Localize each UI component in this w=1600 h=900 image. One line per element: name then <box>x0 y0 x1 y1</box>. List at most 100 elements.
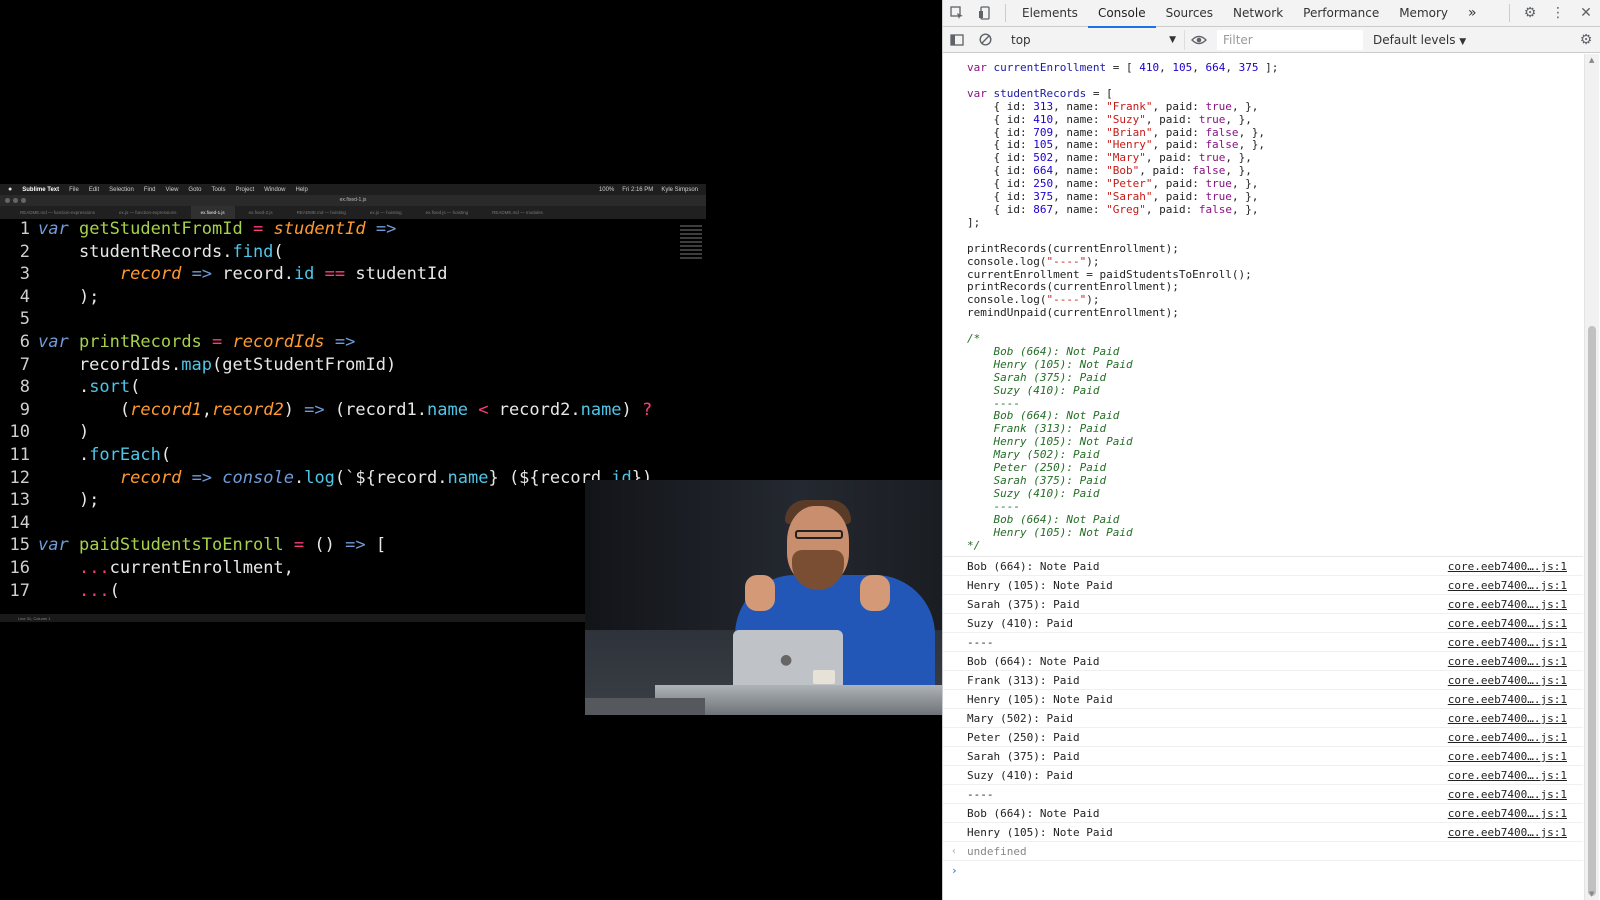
scroll-up-arrow-icon[interactable]: ▲ <box>1589 56 1594 64</box>
inspect-icon[interactable] <box>943 0 971 26</box>
console-settings-icon[interactable]: ⚙ <box>1572 27 1600 53</box>
clear-console-icon[interactable] <box>971 27 999 53</box>
log-source-link[interactable]: core.eeb7400….js:1 <box>1448 693 1567 706</box>
log-source-link[interactable]: core.eeb7400….js:1 <box>1448 769 1567 782</box>
result-chevron-icon: ‹ <box>951 845 958 857</box>
log-source-link[interactable]: core.eeb7400….js:1 <box>1448 807 1567 820</box>
editor-tab: ex.fixed-2.js <box>248 210 273 215</box>
console-result-row: ‹ undefined <box>943 842 1583 862</box>
sidebar-toggle-icon[interactable] <box>943 27 971 53</box>
window-controls <box>5 198 26 203</box>
code-line: 7 recordIds.map(getStudentFromId) <box>19 354 397 375</box>
console-log-row: Bob (664): Note Paid core.eeb7400….js:1 <box>943 804 1583 824</box>
tab-elements[interactable]: Elements <box>1012 0 1088 27</box>
log-source-link[interactable]: core.eeb7400….js:1 <box>1448 636 1567 649</box>
editor-tab: README.md — function-expressions <box>20 210 96 215</box>
log-source-link[interactable]: core.eeb7400….js:1 <box>1448 788 1567 801</box>
log-source-link[interactable]: core.eeb7400….js:1 <box>1448 674 1567 687</box>
code-line: 10 ) <box>9 422 90 443</box>
log-message: Henry (105): Note Paid <box>967 825 1113 839</box>
console-log-row: Sarah (375): Paid core.eeb7400….js:1 <box>943 595 1583 615</box>
devtools-panel: Elements Console Sources Network Perform… <box>942 0 1600 900</box>
log-message: Henry (105): Note Paid <box>967 578 1113 592</box>
code-line: 8 .sort( <box>19 377 141 398</box>
menubar-item-tools: Tools <box>211 186 226 193</box>
log-source-link[interactable]: core.eeb7400….js:1 <box>1448 598 1567 611</box>
editor-minimap <box>680 223 702 283</box>
console-log-row: Henry (105): Note Paid core.eeb7400….js:1 <box>943 823 1583 843</box>
console-log-row: Bob (664): Note Paid core.eeb7400….js:1 <box>943 557 1583 577</box>
device-toolbar-icon[interactable] <box>971 0 999 26</box>
more-tabs-button[interactable]: » <box>1458 0 1487 27</box>
console-log-row: Henry (105): Note Paid core.eeb7400….js:1 <box>943 690 1583 710</box>
log-message: Bob (664): Note Paid <box>967 654 1100 668</box>
log-message: Peter (250): Paid <box>967 730 1080 744</box>
scrollbar-thumb[interactable] <box>1588 326 1596 896</box>
editor-file-title: ex.fixed-1.js <box>339 197 367 203</box>
prompt-chevron-icon: › <box>951 864 958 878</box>
tab-memory[interactable]: Memory <box>1389 0 1458 27</box>
log-message: Frank (313): Paid <box>967 673 1080 687</box>
tab-console[interactable]: Console <box>1087 0 1156 28</box>
kebab-menu-icon[interactable]: ⋮ <box>1544 0 1572 26</box>
dropdown-arrow-icon: ▼ <box>1459 36 1467 47</box>
editor-tab: ex.fixed.js — hoisting <box>425 210 469 215</box>
log-levels-dropdown[interactable]: Default levels ▼ <box>1373 33 1466 47</box>
settings-gear-icon[interactable]: ⚙ <box>1516 0 1544 26</box>
menubar-item-selection: Selection <box>109 186 134 193</box>
tab-performance[interactable]: Performance <box>1293 0 1389 27</box>
log-source-link[interactable]: core.eeb7400….js:1 <box>1448 617 1567 630</box>
code-line: 2 studentRecords.find( <box>19 241 284 262</box>
menubar-item-edit: Edit <box>88 186 100 193</box>
scroll-down-arrow-icon[interactable]: ▼ <box>1589 890 1594 898</box>
editor-tab: README.md — hoisting <box>296 210 346 215</box>
video-frame: ● Sublime Text File Edit Selection Find … <box>0 0 942 900</box>
code-line: 5 <box>19 309 30 330</box>
editor-tab: README.md — modules <box>492 210 543 215</box>
console-log-row: Suzy (410): Paid core.eeb7400….js:1 <box>943 766 1583 786</box>
editor-window-title: ex.fixed-1.js <box>0 195 706 206</box>
log-message: Suzy (410): Paid <box>967 768 1073 782</box>
console-log-row: Peter (250): Paid core.eeb7400….js:1 <box>943 728 1583 748</box>
log-message: Henry (105): Note Paid <box>967 692 1113 706</box>
log-source-link[interactable]: core.eeb7400….js:1 <box>1448 579 1567 592</box>
tab-sources[interactable]: Sources <box>1156 0 1223 27</box>
code-line: 4 ); <box>19 286 100 307</box>
log-source-link[interactable]: core.eeb7400….js:1 <box>1448 750 1567 763</box>
code-line: 11 .forEach( <box>9 445 172 465</box>
menubar-item-file: File <box>69 186 79 193</box>
code-line: 9 (record1,record2) => (record1.name < r… <box>19 399 653 420</box>
log-source-link[interactable]: core.eeb7400….js:1 <box>1448 826 1567 839</box>
log-message: ---- <box>967 787 994 801</box>
mac-menubar: ● Sublime Text File Edit Selection Find … <box>0 184 706 195</box>
status-cursor-position: Line 31, Column 1 <box>18 615 51 621</box>
tab-network[interactable]: Network <box>1223 0 1293 27</box>
log-source-link[interactable]: core.eeb7400….js:1 <box>1448 560 1567 573</box>
log-message: ---- <box>967 635 994 649</box>
console-log-row: Suzy (410): Paid core.eeb7400….js:1 <box>943 614 1583 634</box>
editor-tab-active: ex.fixed-1.js <box>190 206 235 219</box>
log-message: Suzy (410): Paid <box>967 616 1073 630</box>
log-source-link[interactable]: core.eeb7400….js:1 <box>1448 655 1567 668</box>
log-source-link[interactable]: core.eeb7400….js:1 <box>1448 731 1567 744</box>
close-icon[interactable]: ✕ <box>1572 0 1600 26</box>
log-source-link[interactable]: core.eeb7400….js:1 <box>1448 712 1567 725</box>
context-selector[interactable]: top ▼ <box>1005 29 1185 50</box>
result-value: undefined <box>967 844 1027 858</box>
presenter-webcam: ● <box>585 480 942 715</box>
console-log-row: Bob (664): Note Paid core.eeb7400….js:1 <box>943 652 1583 672</box>
console-prompt[interactable]: › <box>943 861 1583 880</box>
code-line: 6 var printRecords = recordIds => <box>19 332 356 352</box>
menubar-item-window: Window <box>264 186 286 193</box>
eye-icon[interactable] <box>1185 27 1213 53</box>
console-log-row: Mary (502): Paid core.eeb7400….js:1 <box>943 709 1583 729</box>
devtools-tab-bar: Elements Console Sources Network Perform… <box>943 0 1600 28</box>
filter-input[interactable] <box>1217 29 1363 50</box>
console-scrollbar[interactable]: ▲ ▼ <box>1584 54 1599 900</box>
context-value: top <box>1011 32 1031 47</box>
console-toolbar: top ▼ Default levels ▼ ⚙ <box>943 27 1600 53</box>
console-log-row: Henry (105): Note Paid core.eeb7400….js:1 <box>943 576 1583 596</box>
apple-icon: ● <box>8 186 13 193</box>
console-input-echo: var currentEnrollment = [ 410, 105, 664,… <box>943 54 1583 558</box>
code-line: 3 record => record.id == studentId <box>19 264 448 285</box>
